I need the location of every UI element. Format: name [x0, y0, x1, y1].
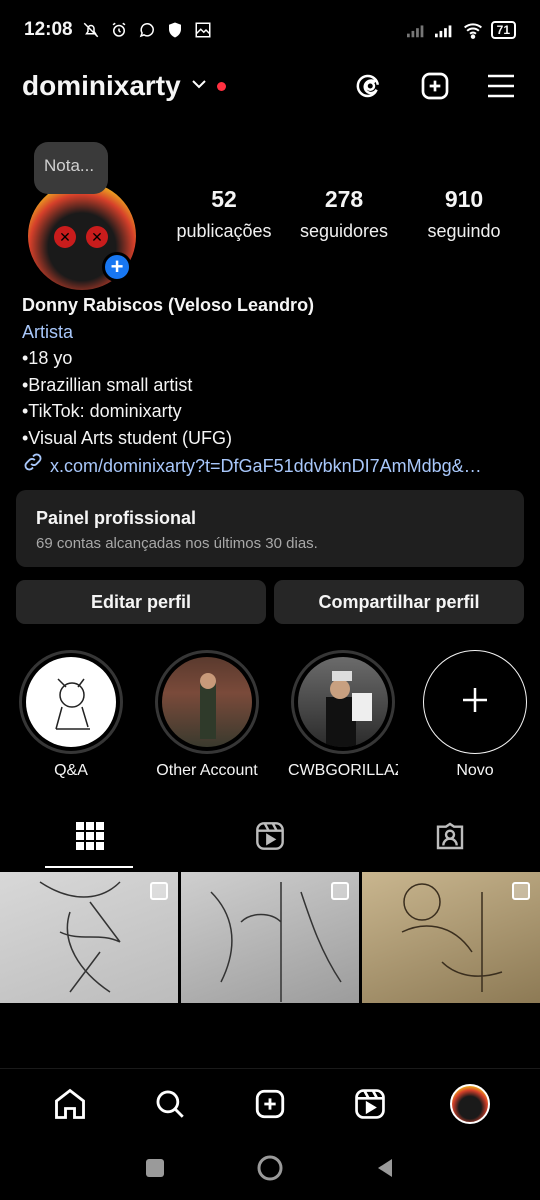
highlight-cover: [298, 657, 388, 747]
bio-line: •Brazillian small artist: [22, 374, 193, 395]
highlight-cover: [162, 657, 252, 747]
create-post-icon[interactable]: [418, 69, 452, 103]
plus-icon: [460, 685, 490, 720]
battery-indicator: 71: [490, 21, 516, 39]
username: dominixarty: [22, 70, 181, 101]
profile-stats: 52 publicações 278 seguidores 910 seguin…: [164, 186, 524, 242]
notification-dot: [216, 81, 226, 91]
posts-grid: [0, 872, 540, 1003]
story-highlights: Q&A Other Account CWBGORILLAZ(... Novo: [0, 650, 540, 790]
signal-off-icon: [406, 20, 427, 40]
dashboard-title: Painel profissional: [36, 508, 197, 528]
shield-icon: [165, 20, 185, 40]
bio: Donny Rabiscos (Veloso Leandro) Artista …: [22, 292, 522, 481]
status-bar: 12:08 71: [0, 0, 540, 60]
stat-followers[interactable]: 278 seguidores: [284, 186, 404, 242]
stat-label: publicações: [176, 221, 272, 241]
tab-posts[interactable]: [0, 808, 180, 868]
chevron-down-icon: [191, 77, 207, 95]
tab-reels[interactable]: [180, 808, 360, 868]
avatar-eye-left: ✕: [54, 226, 76, 248]
highlight-ring: [155, 650, 259, 754]
carousel-icon: [150, 882, 168, 900]
dashboard-subtitle: 69 contas alcançadas nos últimos 30 dias…: [36, 535, 318, 552]
edit-profile-button[interactable]: Editar perfil: [16, 580, 266, 624]
tab-tagged[interactable]: [360, 808, 540, 868]
stat-label: seguindo: [427, 221, 501, 241]
back-icon[interactable]: [374, 1157, 396, 1184]
bio-line: •18 yo: [22, 348, 73, 368]
link-icon: [22, 451, 44, 481]
carousel-icon: [512, 882, 530, 900]
post-thumbnail[interactable]: [362, 872, 540, 1003]
highlight-label: Q&A: [54, 762, 88, 779]
stat-following[interactable]: 910 seguindo: [404, 186, 524, 242]
bio-line: •TikTok: dominixarty: [22, 401, 182, 421]
highlight-item[interactable]: Other Account: [152, 650, 262, 780]
carousel-icon: [331, 882, 349, 900]
tagged-person-icon: [434, 820, 466, 857]
bio-line: •Visual Arts student (UFG): [22, 427, 233, 448]
display-name: Donny Rabiscos (Veloso Leandro): [22, 295, 315, 315]
stat-value: 52: [211, 186, 237, 212]
clock: 12:08: [24, 19, 73, 40]
bio-link[interactable]: x.com/dominixarty?t=DfGaF51ddvbknDI7AmMd…: [22, 451, 522, 481]
new-highlight-button[interactable]: Novo: [420, 650, 530, 780]
stat-posts[interactable]: 52 publicações: [164, 186, 284, 242]
signal-icon: [434, 20, 455, 40]
gallery-icon: [193, 20, 213, 40]
post-thumbnail[interactable]: [0, 872, 178, 1003]
reels-nav-icon[interactable]: [348, 1082, 392, 1126]
profile-tabs: [0, 808, 540, 868]
stat-value: 910: [444, 186, 484, 212]
profile-actions: Editar perfil Compartilhar perfil: [16, 580, 524, 624]
note-bubble[interactable]: Nota...: [34, 142, 108, 194]
post-thumbnail[interactable]: [181, 872, 359, 1003]
search-icon[interactable]: [148, 1082, 192, 1126]
category-label: Artista: [22, 321, 74, 342]
bio-link-text: x.com/dominixarty?t=DfGaF51ddvbknDI7AmMd…: [50, 455, 482, 476]
reels-icon: [254, 820, 286, 857]
mute-notifications-icon: [81, 20, 101, 40]
alarm-icon: [109, 20, 129, 40]
menu-icon[interactable]: [484, 69, 518, 103]
highlight-label: Other Account: [156, 762, 258, 779]
highlight-ring: [19, 650, 123, 754]
whatsapp-icon: [137, 20, 157, 40]
highlight-item[interactable]: Q&A: [16, 650, 126, 780]
profile-header: dominixarty: [0, 60, 540, 112]
recents-icon[interactable]: [144, 1157, 166, 1184]
stat-value: 278: [324, 186, 364, 212]
create-icon[interactable]: [248, 1082, 292, 1126]
share-profile-button[interactable]: Compartilhar perfil: [274, 580, 524, 624]
stat-label: seguidores: [299, 221, 389, 241]
wifi-icon: [463, 20, 483, 40]
profile-nav-avatar[interactable]: [448, 1082, 492, 1126]
highlight-label: Novo: [456, 762, 494, 779]
avatar: [450, 1083, 490, 1124]
add-story-button[interactable]: +: [102, 252, 132, 282]
highlight-ring: [423, 650, 527, 754]
system-navigation: [0, 1140, 540, 1200]
grid-icon: [75, 821, 105, 856]
home-button-icon[interactable]: [256, 1154, 284, 1187]
highlight-item[interactable]: CWBGORILLAZ(...: [288, 650, 398, 780]
home-icon[interactable]: [48, 1082, 92, 1126]
avatar-eye-right: ✕: [86, 226, 108, 248]
professional-dashboard[interactable]: Painel profissional 69 contas alcançadas…: [16, 490, 524, 567]
bottom-navigation: [0, 1068, 540, 1138]
highlight-ring: [291, 650, 395, 754]
threads-icon[interactable]: [352, 69, 386, 103]
highlight-label: CWBGORILLAZ(...: [288, 762, 398, 779]
account-switcher[interactable]: dominixarty: [22, 70, 226, 102]
highlight-cover: [26, 657, 116, 747]
